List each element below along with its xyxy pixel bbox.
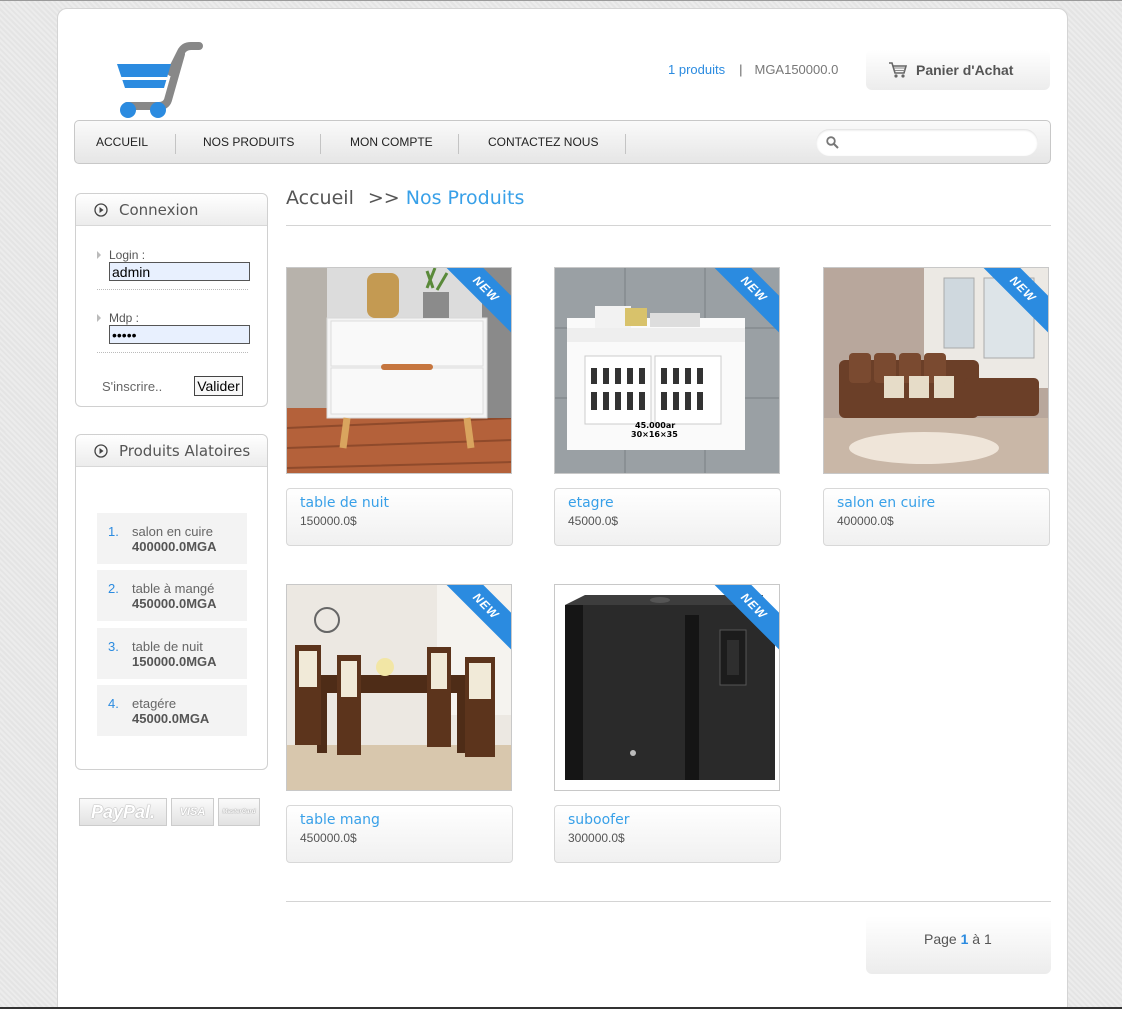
product-info: etagre 45000.0$ [554,488,781,546]
product-price: 300000.0$ [568,831,625,845]
cart-total: MGA150000.0 [754,62,839,77]
search-box [816,129,1038,156]
play-circle-icon [94,202,108,217]
login-input[interactable] [109,262,250,281]
current-page[interactable]: 1 [961,931,969,947]
shopping-cart-label: Panier d'Achat [916,62,1014,78]
item-name: table à mangé [132,581,215,596]
search-input[interactable] [846,133,1026,152]
product-name[interactable]: table de nuit [300,495,389,511]
item-name: salon en cuire [132,524,213,539]
product-price: 450000.0$ [300,831,357,845]
nav-item-accueil[interactable]: ACCUEIL [96,135,148,149]
nav-item-mon-compte[interactable]: MON COMPTE [350,135,433,149]
product-name[interactable]: salon en cuire [837,495,935,511]
login-submit-button[interactable]: Valider [194,376,243,396]
breadcrumb-home[interactable]: Accueil [286,187,354,209]
cart-separator: | [739,62,743,77]
item-number: 4. [108,696,119,711]
random-products-title: Produits Alatoires [119,441,251,460]
password-label: Mdp : [97,311,248,325]
login-panel: Connexion Login : Mdp : S'inscrire.. Val… [75,193,268,407]
page-middle: à [972,931,981,947]
nav-divider [320,134,321,154]
cart-logo-icon[interactable] [113,42,203,120]
shopping-cart-icon [889,62,908,78]
shopping-cart-button[interactable]: Panier d'Achat [866,50,1050,90]
random-product-item[interactable]: 1. salon en cuire 400000.0MGA [97,513,247,564]
product-image[interactable]: 45.000ar 30×16×35 NEW [554,267,780,474]
item-price: 400000.0MGA [132,539,217,554]
product-image[interactable]: NEW [286,267,512,474]
nav-divider [458,134,459,154]
pagination-text: Page 1 à 1 [924,931,992,947]
product-price: 45000.0$ [568,514,619,528]
product-info: table mang 450000.0$ [286,805,513,863]
breadcrumb-current: Nos Produits [405,187,525,209]
divider-bottom [286,901,1051,902]
page-container: 1 produits | MGA150000.0 Panier d'Achat AC… [57,8,1068,1009]
pagination: Page 1 à 1 [866,916,1051,974]
product-name[interactable]: table mang [300,812,380,828]
paypal-logo: PayPal. [79,798,167,826]
item-price: 150000.0MGA [132,654,217,669]
random-products-panel: Produits Alatoires 1. salon en cuire 400… [75,434,268,770]
product-name[interactable]: etagre [568,495,614,511]
breadcrumb-arrows: >> [367,187,400,209]
total-pages: 1 [983,931,992,947]
nav-item-contactez-nous[interactable]: CONTACTEZ NOUS [488,135,598,149]
item-name: etagére [132,696,177,711]
random-product-item[interactable]: 4. etagére 45000.0MGA [97,685,247,736]
item-number: 1. [108,524,119,539]
product-image[interactable]: NEW [554,584,780,791]
signup-link[interactable]: S'inscrire.. [102,379,162,394]
nav-item-nos-produits[interactable]: NOS PRODUITS [203,135,294,149]
item-number: 2. [108,581,119,596]
random-products-header: Produits Alatoires [76,435,267,467]
search-icon[interactable] [826,136,839,149]
window-top-border [0,0,1122,1]
product-price: 400000.0$ [837,514,894,528]
cart-count-link[interactable]: 1 produits [668,62,725,77]
random-product-item[interactable]: 3. table de nuit 150000.0MGA [97,628,247,679]
item-name: table de nuit [132,639,203,654]
cart-summary: 1 produits | MGA150000.0 [668,62,838,77]
breadcrumb: Accueil >> Nos Produits [286,187,524,209]
visa-logo: VISA [171,798,214,826]
svg-text:45.000ar: 45.000ar [635,421,675,430]
product-price: 150000.0$ [300,514,357,528]
item-number: 3. [108,639,119,654]
login-label: Login : [97,248,248,262]
random-product-item[interactable]: 2. table à mangé 450000.0MGA [97,570,247,621]
product-info: suboofer 300000.0$ [554,805,781,863]
play-circle-icon [94,443,108,458]
payment-methods: PayPal. VISA MasterCard [79,798,260,826]
svg-text:30×16×35: 30×16×35 [631,430,678,439]
password-input[interactable] [109,325,250,344]
login-panel-header: Connexion [76,194,267,226]
login-panel-title: Connexion [119,200,199,219]
product-image[interactable]: NEW [823,267,1049,474]
product-image[interactable]: NEW [286,584,512,791]
item-price: 45000.0MGA [132,711,210,726]
password-row: Mdp : [97,311,250,353]
product-name[interactable]: suboofer [568,812,629,828]
page-prefix: Page [924,931,957,947]
login-row: Login : [97,248,250,290]
item-price: 450000.0MGA [132,596,217,611]
nav-divider [175,134,176,154]
product-info: salon en cuire 400000.0$ [823,488,1050,546]
main-nav: ACCUEIL NOS PRODUITS MON COMPTE CONTACTE… [74,120,1051,164]
mastercard-logo: MasterCard [218,798,260,826]
nav-divider [625,134,626,154]
product-info: table de nuit 150000.0$ [286,488,513,546]
divider-top [286,225,1051,226]
